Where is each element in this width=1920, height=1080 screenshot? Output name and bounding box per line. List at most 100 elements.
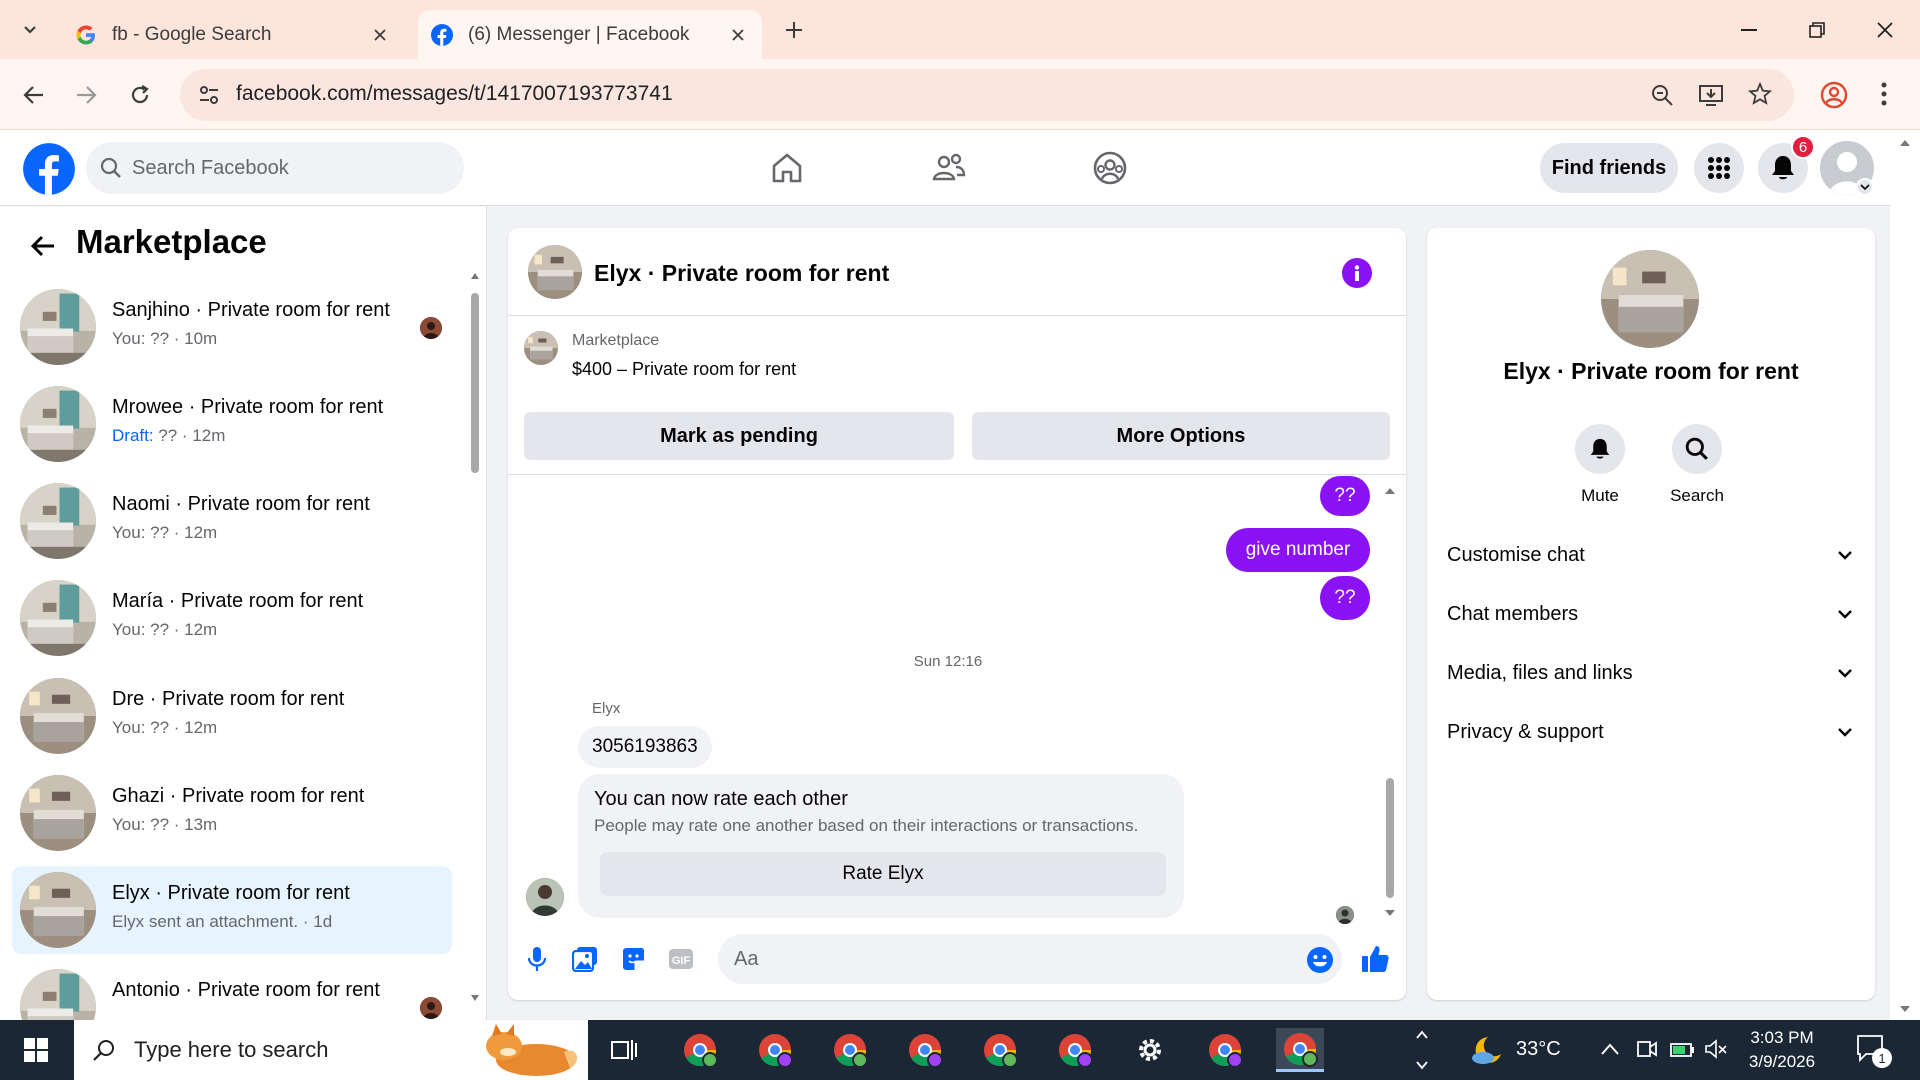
tab-close-button[interactable] xyxy=(362,17,398,53)
back-button[interactable] xyxy=(26,229,60,263)
conversation-name: Sanjhino · Private room for rent xyxy=(112,299,390,321)
conversation-item[interactable]: Mrowee · Private room for rent Draft: ?? … xyxy=(12,380,452,468)
restore-button[interactable] xyxy=(1794,10,1840,50)
kebab-menu-icon[interactable] xyxy=(1880,81,1888,107)
listing-thumbnail[interactable] xyxy=(524,331,558,365)
page-scrollbar[interactable] xyxy=(1890,130,1920,1020)
info-section-media-files-and-links[interactable]: Media, files and links xyxy=(1437,645,1865,701)
taskbar-chrome[interactable] xyxy=(1276,1028,1324,1072)
battery-icon[interactable] xyxy=(1670,1038,1696,1060)
thread-scrollbar[interactable] xyxy=(1384,482,1396,922)
tab-search-dropdown[interactable] xyxy=(12,14,48,46)
back-button[interactable] xyxy=(14,75,54,115)
chevron-up-icon[interactable] xyxy=(1600,1042,1620,1056)
search-icon xyxy=(1685,437,1708,460)
mute-button[interactable]: Mute xyxy=(1570,424,1630,506)
facebook-logo-icon[interactable] xyxy=(22,142,76,196)
taskbar-chrome[interactable] xyxy=(1201,1028,1249,1072)
address-bar[interactable]: facebook.com/messages/t/1417007193773741 xyxy=(180,69,1794,121)
forward-button[interactable] xyxy=(66,75,106,115)
conversation-name: María · Private room for rent xyxy=(112,590,364,612)
chevron-down-icon xyxy=(1838,669,1852,678)
tab-messenger[interactable]: (6) Messenger | Facebook xyxy=(418,10,762,59)
taskbar-scroll[interactable] xyxy=(1414,1024,1430,1076)
gif-icon[interactable]: GIF xyxy=(668,948,694,970)
task-view-button[interactable] xyxy=(600,1028,648,1072)
sticker-icon[interactable] xyxy=(620,946,646,972)
their-message-bubble[interactable]: 3056193863 xyxy=(578,726,712,768)
message-input[interactable] xyxy=(718,934,1342,984)
info-avatar[interactable] xyxy=(1601,250,1699,348)
rate-elyx-button[interactable]: Rate Elyx xyxy=(600,852,1166,896)
facebook-icon xyxy=(431,23,453,46)
emoji-icon[interactable] xyxy=(1306,946,1334,974)
conversation-item[interactable]: María · Private room for rent You: ?? · 1… xyxy=(12,574,452,662)
photo-gallery-icon[interactable] xyxy=(572,946,598,972)
arrow-left-icon xyxy=(30,235,54,257)
info-section-privacy-support[interactable]: Privacy & support xyxy=(1437,704,1865,760)
chat-title[interactable]: Elyx · Private room for rent xyxy=(594,260,889,287)
meet-icon[interactable] xyxy=(1636,1038,1658,1060)
conversation-list-panel: Marketplace Sanjhino · Private room for … xyxy=(0,207,487,1020)
mark-as-pending-button[interactable]: Mark as pending xyxy=(524,412,954,460)
svg-text:GIF: GIF xyxy=(672,955,691,967)
nav-groups[interactable] xyxy=(1088,146,1132,190)
taskbar-chrome[interactable] xyxy=(901,1028,949,1072)
reload-button[interactable] xyxy=(120,75,160,115)
conversation-preview: Draft: ?? · 12m xyxy=(112,426,225,446)
taskbar-chrome[interactable] xyxy=(751,1028,799,1072)
nav-home[interactable] xyxy=(765,146,809,190)
minimize-button[interactable] xyxy=(1726,10,1772,50)
volume-muted-icon[interactable] xyxy=(1704,1038,1728,1060)
taskbar-search-box[interactable]: Type here to search xyxy=(74,1020,588,1080)
start-button[interactable] xyxy=(0,1020,72,1080)
chat-avatar[interactable] xyxy=(528,245,582,299)
taskbar-chrome[interactable] xyxy=(976,1028,1024,1072)
sender-avatar[interactable] xyxy=(526,878,564,916)
weather-icon[interactable] xyxy=(1470,1034,1504,1066)
info-section-customise-chat[interactable]: Customise chat xyxy=(1437,527,1865,583)
tab-close-button[interactable] xyxy=(720,17,756,53)
search-in-conversation-button[interactable]: Search xyxy=(1667,424,1727,506)
conversation-item[interactable]: Elyx · Private room for rent Elyx sent an… xyxy=(12,866,452,954)
chrome-icon xyxy=(759,1034,793,1068)
my-message-bubble[interactable]: give number xyxy=(1226,528,1370,572)
close-window-button[interactable] xyxy=(1862,10,1908,50)
install-app-icon[interactable] xyxy=(1698,83,1724,107)
conversation-info-button[interactable] xyxy=(1342,258,1372,288)
find-friends-button[interactable]: Find friends xyxy=(1540,143,1678,193)
listing-title[interactable]: $400 – Private room for rent xyxy=(572,359,796,380)
room-photo-icon xyxy=(20,580,96,656)
thumbs-up-icon[interactable] xyxy=(1360,944,1390,974)
taskbar-chrome[interactable] xyxy=(676,1028,724,1072)
conversation-item[interactable]: Ghazi · Private room for rent You: ?? · 1… xyxy=(12,769,452,857)
url-text[interactable]: facebook.com/messages/t/1417007193773741 xyxy=(236,82,673,106)
list-scrollbar[interactable] xyxy=(470,267,480,1007)
menu-button[interactable] xyxy=(1694,143,1744,193)
account-dropdown[interactable] xyxy=(1856,178,1874,196)
conversation-item[interactable]: Dre · Private room for rent You: ?? · 12m xyxy=(12,672,452,760)
taskbar-settings[interactable] xyxy=(1126,1028,1174,1072)
conversation-item[interactable]: Naomi · Private room for rent You: ?? · 1… xyxy=(12,477,452,565)
notification-center-button[interactable]: 1 xyxy=(1856,1034,1896,1068)
bookmark-star-icon[interactable] xyxy=(1748,82,1772,106)
new-tab-button[interactable] xyxy=(776,14,812,46)
preview-text: You: ?? · 12m xyxy=(112,620,218,639)
microphone-icon[interactable] xyxy=(526,946,548,972)
profile-icon[interactable] xyxy=(1820,81,1848,109)
taskbar-chrome[interactable] xyxy=(826,1028,874,1072)
zoom-icon[interactable] xyxy=(1650,83,1674,107)
my-message-bubble[interactable]: ?? xyxy=(1320,576,1370,620)
info-section-chat-members[interactable]: Chat members xyxy=(1437,586,1865,642)
temperature[interactable]: 33°C xyxy=(1516,1038,1561,1061)
nav-friends[interactable] xyxy=(927,146,971,190)
system-clock[interactable]: 3:03 PM 3/9/2026 xyxy=(1736,1026,1828,1074)
conversation-item[interactable]: Sanjhino · Private room for rent You: ?? … xyxy=(12,283,452,371)
tab-google-search[interactable]: fb - Google Search xyxy=(62,10,404,59)
conversation-item[interactable]: Antonio · Private room for rent xyxy=(12,963,452,1020)
more-options-button[interactable]: More Options xyxy=(972,412,1390,460)
facebook-search-box[interactable]: Search Facebook xyxy=(86,142,464,194)
my-message-bubble[interactable]: ?? xyxy=(1320,476,1370,516)
taskbar-chrome[interactable] xyxy=(1051,1028,1099,1072)
site-settings-icon[interactable] xyxy=(198,84,220,106)
